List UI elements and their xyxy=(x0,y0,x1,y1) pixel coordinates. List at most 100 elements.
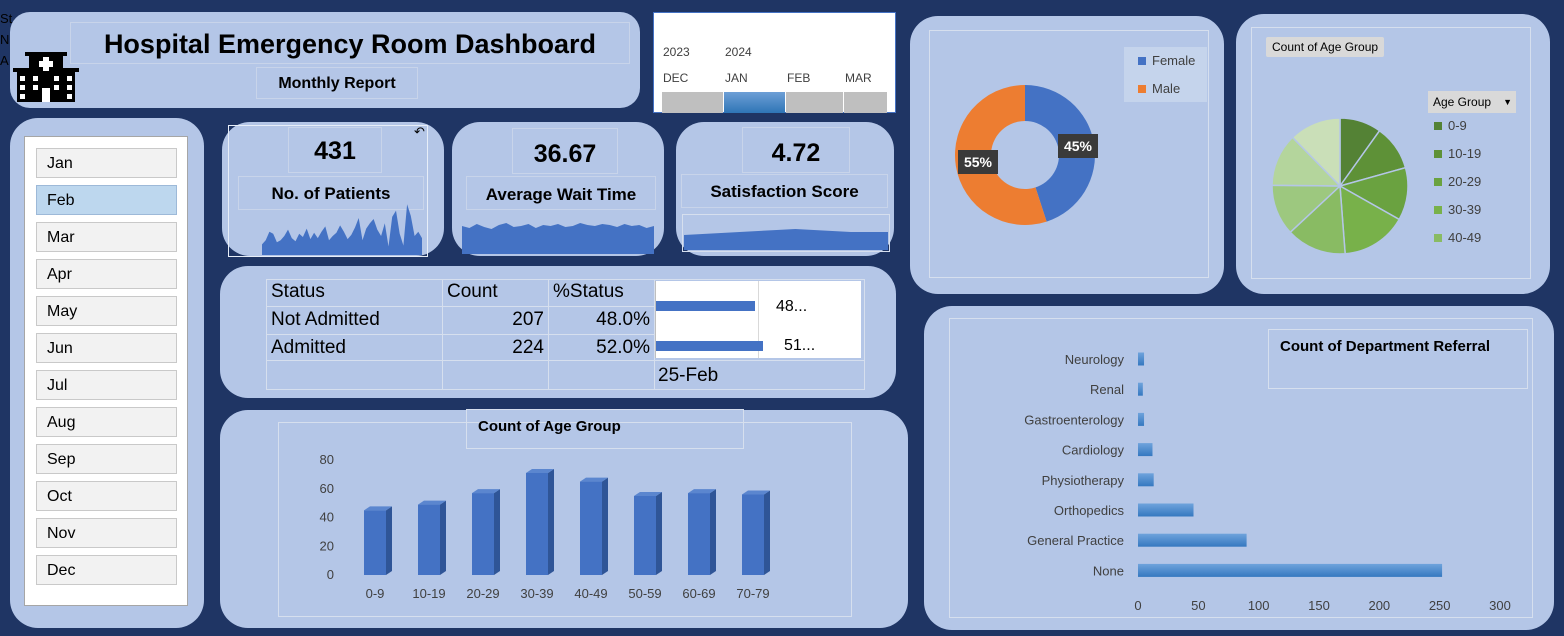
filter-label: Age Group xyxy=(1433,95,1492,109)
donut-label-male: 55% xyxy=(958,150,998,174)
kpi-patients-value: 431 xyxy=(288,127,382,173)
timeline-month: JAN xyxy=(725,71,748,85)
kpi-satisfaction-label: Satisfaction Score xyxy=(681,174,888,208)
legend-item: 0-9 xyxy=(1434,118,1467,133)
month-button-oct[interactable]: Oct xyxy=(36,481,177,511)
month-button-jul[interactable]: Jul xyxy=(36,370,177,400)
kpi-wait-label: Average Wait Time xyxy=(466,176,656,210)
department-referral-chart: Neurology Renal Gastroenterology Cardiology… xyxy=(1024,352,1511,613)
age-column-bar xyxy=(418,504,440,575)
age-column-bar xyxy=(688,493,710,575)
age-column-bar xyxy=(742,494,764,575)
age-column-bar-side xyxy=(602,477,608,575)
month-button-jan[interactable]: Jan xyxy=(36,148,177,178)
x-tick-label: 20-29 xyxy=(466,586,499,601)
timeline-segment-dec[interactable] xyxy=(662,92,723,113)
x-tick-label: 250 xyxy=(1429,598,1451,613)
timeline-segment-mar[interactable] xyxy=(844,92,887,113)
department-bar xyxy=(1138,412,1145,426)
x-tick-label: 40-49 xyxy=(574,586,607,601)
x-tick-label: 0-9 xyxy=(366,586,385,601)
table-cell-status: Not Admitted xyxy=(271,309,380,330)
timeline-segment-feb[interactable] xyxy=(786,92,843,113)
x-tick-label: 10-19 xyxy=(412,586,445,601)
age-column-bar-side xyxy=(764,490,770,575)
y-tick-label: 40 xyxy=(320,510,334,525)
age-column-bar xyxy=(472,493,494,575)
timeline-year: 2023 xyxy=(663,45,690,59)
timeline-segment-jan[interactable] xyxy=(724,92,785,113)
timeline-month: MAR xyxy=(845,71,872,85)
table-header-status: Status xyxy=(271,281,325,302)
legend-swatch xyxy=(1434,178,1442,186)
age-column-chart: 0 20 40 60 80 0-9 10-19 20-29 30-39 40-49 50-59 60-… xyxy=(320,452,770,601)
x-tick-label: 70-79 xyxy=(736,586,769,601)
wait-sparkline xyxy=(462,223,654,254)
department-bar xyxy=(1138,443,1153,457)
age-group-filter-button[interactable]: Age Group ▼ xyxy=(1428,91,1516,113)
status-bar xyxy=(656,341,764,351)
y-tick-label: Orthopedics xyxy=(1054,503,1125,518)
age-column-bar-side xyxy=(548,468,554,575)
satisfaction-sparkline xyxy=(684,229,888,250)
month-button-sep[interactable]: Sep xyxy=(36,444,177,474)
y-tick-label: 0 xyxy=(327,567,334,582)
month-button-nov[interactable]: Nov xyxy=(36,518,177,548)
kpi-satisfaction-value: 4.72 xyxy=(742,127,850,173)
y-tick-label: Cardiology xyxy=(1062,443,1125,458)
month-slicer[interactable]: Jan Feb Mar Apr May Jun Jul Aug Sep Oct Nov Dec xyxy=(24,136,188,606)
legend-item: 40-49 xyxy=(1434,230,1481,245)
page-subtitle: Monthly Report xyxy=(256,67,418,99)
status-bar xyxy=(656,301,755,311)
age-column-bar xyxy=(580,481,602,575)
timeline-month: DEC xyxy=(663,71,689,85)
x-tick-label: 200 xyxy=(1368,598,1390,613)
month-button-aug[interactable]: Aug xyxy=(36,407,177,437)
patients-sparkline xyxy=(262,204,422,255)
table-header-pct: %Status xyxy=(553,281,624,302)
age-column-bar-side xyxy=(440,500,446,575)
month-button-mar[interactable]: Mar xyxy=(36,222,177,252)
timeline-month: FEB xyxy=(787,71,811,85)
y-tick-label: 60 xyxy=(320,481,334,496)
age-column-bar-side xyxy=(710,489,716,575)
age-column-bar-side xyxy=(494,489,500,575)
legend-item: 20-29 xyxy=(1434,174,1481,189)
month-button-dec[interactable]: Dec xyxy=(36,555,177,585)
month-button-jun[interactable]: Jun xyxy=(36,333,177,363)
x-tick-label: 50 xyxy=(1191,598,1205,613)
y-tick-label: Physiotherapy xyxy=(1042,473,1125,488)
month-button-apr[interactable]: Apr xyxy=(36,259,177,289)
timeline-year: 2024 xyxy=(725,45,752,59)
y-tick-label: Gastroenterology xyxy=(1024,412,1124,427)
age-column-bar xyxy=(364,510,386,575)
x-tick-label: 60-69 xyxy=(682,586,715,601)
y-tick-label: Neurology xyxy=(1065,352,1125,367)
dropdown-arrow-icon: ▼ xyxy=(1503,97,1512,107)
month-button-may[interactable]: May xyxy=(36,296,177,326)
age-column-title: Count of Age Group xyxy=(478,418,621,435)
y-tick-label: None xyxy=(1093,563,1124,578)
legend-swatch xyxy=(1434,206,1442,214)
legend-item: 10-19 xyxy=(1434,146,1481,161)
legend-swatch xyxy=(1138,85,1146,93)
legend-label: Female xyxy=(1152,53,1196,68)
status-bar-label: 48... xyxy=(776,298,808,315)
x-tick-label: 0 xyxy=(1134,598,1141,613)
table-cell-status: Admitted xyxy=(271,337,346,358)
department-bar xyxy=(1138,382,1143,396)
x-tick-label: 100 xyxy=(1248,598,1270,613)
y-tick-label: 80 xyxy=(320,452,334,467)
x-tick-label: 30-39 xyxy=(520,586,553,601)
x-tick-label: 50-59 xyxy=(628,586,661,601)
legend-swatch xyxy=(1434,150,1442,158)
legend-label: 30-39 xyxy=(1448,202,1482,217)
status-bar-label: 51... xyxy=(784,337,816,354)
department-bar xyxy=(1138,503,1194,517)
undo-icon[interactable]: ↶ xyxy=(414,124,425,140)
month-button-feb[interactable]: Feb xyxy=(36,185,177,215)
legend-item-male: Male xyxy=(1138,81,1180,96)
donut-label-female: 45% xyxy=(1058,134,1098,158)
date-timeline[interactable]: 2023 2024 DEC JAN FEB MAR xyxy=(653,12,896,113)
legend-swatch xyxy=(1434,234,1442,242)
